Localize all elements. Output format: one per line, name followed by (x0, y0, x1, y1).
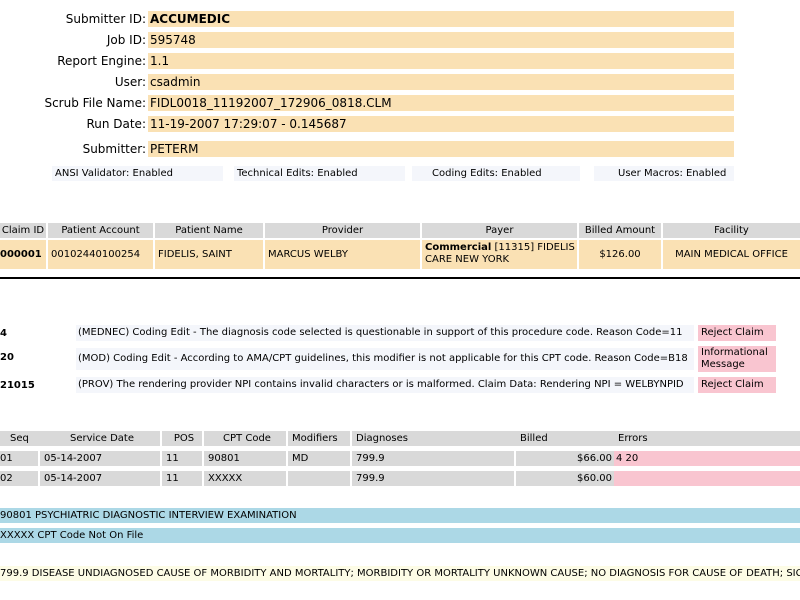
col-patient-account: Patient Account (48, 223, 153, 238)
user-label: User: (114, 75, 146, 89)
diagnosis-description: 799.9 DISEASE UNDIAGNOSED CAUSE OF MORBI… (0, 566, 800, 581)
col-pos: POS (162, 431, 202, 446)
col-billed: Billed (516, 431, 614, 446)
billed-cell: $60.00 (516, 471, 614, 486)
user-row: User: csadmin (0, 74, 734, 90)
technical-edits-status: Technical Edits: Enabled (234, 166, 405, 181)
col-diagnoses: Diagnoses (352, 431, 516, 446)
col-errors: Errors (614, 431, 800, 446)
col-provider: Provider (265, 223, 420, 238)
submitter-row: Submitter: PETERM (0, 141, 734, 157)
report-engine-row: Report Engine: 1.1 (0, 53, 734, 69)
submitter-id-label: Submitter ID: (65, 12, 146, 26)
submitter-id-value: ACCUMEDIC (148, 11, 734, 27)
errors-cell (614, 471, 800, 486)
error-action-badge: Reject Claim (698, 325, 776, 341)
billed-cell: $66.00 (516, 451, 614, 466)
user-value: csadmin (148, 74, 734, 90)
submitter-label: Submitter: (82, 142, 146, 156)
cpt-code-cell: 90801 (204, 451, 286, 466)
payer-type: Commercial (425, 242, 492, 253)
job-id-row: Job ID: 595748 (0, 32, 734, 48)
seq-cell: 01 (0, 451, 38, 466)
cpt-code-cell: XXXXX (204, 471, 286, 486)
col-payer: Payer (422, 223, 577, 238)
col-modifiers: Modifiers (288, 431, 350, 446)
run-date-value: 11-19-2007 17:29:07 - 0.145687 (148, 116, 734, 132)
service-date-cell: 05-14-2007 (40, 471, 160, 486)
patient-account-cell: 00102440100254 (48, 240, 153, 269)
coding-edits-status: Coding Edits: Enabled (412, 166, 580, 181)
col-cpt-code: CPT Code (204, 431, 286, 446)
error-code: 4 (0, 328, 7, 339)
error-action-badge: Informational Message (698, 346, 776, 372)
error-message: (MEDNEC) Coding Edit - The diagnosis cod… (76, 325, 694, 341)
job-id-label: Job ID: (106, 33, 146, 47)
diagnoses-cell: 799.9 (352, 471, 514, 486)
run-date-label: Run Date: (86, 117, 146, 131)
cpt-description: 90801 PSYCHIATRIC DIAGNOSTIC INTERVIEW E… (0, 508, 800, 523)
billed-amount-cell: $126.00 (579, 240, 661, 269)
modifiers-cell (288, 471, 350, 486)
col-facility: Facility (663, 223, 800, 238)
error-message: (MOD) Coding Edit - According to AMA/CPT… (76, 348, 694, 370)
scrub-file-label: Scrub File Name: (44, 96, 146, 110)
claim-id-cell[interactable]: 000001 (0, 240, 46, 269)
run-date-row: Run Date: 11-19-2007 17:29:07 - 0.145687 (0, 116, 734, 132)
pos-cell: 11 (162, 471, 202, 486)
col-patient-name: Patient Name (155, 223, 263, 238)
payer-id: [11315] FIDELIS (491, 242, 575, 253)
submitter-value: PETERM (148, 141, 734, 157)
scrub-file-row: Scrub File Name: FIDL0018_11192007_17290… (0, 95, 734, 111)
error-message: (PROV) The rendering provider NPI contai… (76, 377, 694, 393)
patient-name-cell: FIDELIS, SAINT (155, 240, 263, 269)
service-date-cell: 05-14-2007 (40, 451, 160, 466)
error-action-badge: Reject Claim (698, 377, 776, 393)
col-service-date: Service Date (40, 431, 160, 446)
payer-name: CARE NEW YORK (425, 254, 510, 265)
errors-cell: 4 20 (614, 451, 800, 466)
submitter-id-row: Submitter ID: ACCUMEDIC (0, 11, 734, 27)
error-code: 21015 (0, 380, 35, 391)
report-engine-value: 1.1 (148, 53, 734, 69)
user-macros-status: User Macros: Enabled (594, 166, 734, 181)
error-code: 20 (0, 352, 14, 363)
ansi-validator-status: ANSI Validator: Enabled (52, 166, 223, 181)
cpt-description: XXXXX CPT Code Not On File (0, 528, 800, 543)
modifiers-cell: MD (288, 451, 350, 466)
col-claim-id: Claim ID (0, 223, 46, 238)
pos-cell: 11 (162, 451, 202, 466)
diagnoses-cell: 799.9 (352, 451, 514, 466)
provider-cell: MARCUS WELBY (265, 240, 420, 269)
payer-cell: Commercial [11315] FIDELIS CARE NEW YORK (422, 240, 577, 269)
scrub-file-value: FIDL0018_11192007_172906_0818.CLM (148, 95, 734, 111)
seq-cell: 02 (0, 471, 38, 486)
job-id-value: 595748 (148, 32, 734, 48)
col-billed-amount: Billed Amount (579, 223, 661, 238)
report-engine-label: Report Engine: (57, 54, 146, 68)
section-divider (0, 277, 800, 279)
facility-cell: MAIN MEDICAL OFFICE (663, 240, 800, 269)
